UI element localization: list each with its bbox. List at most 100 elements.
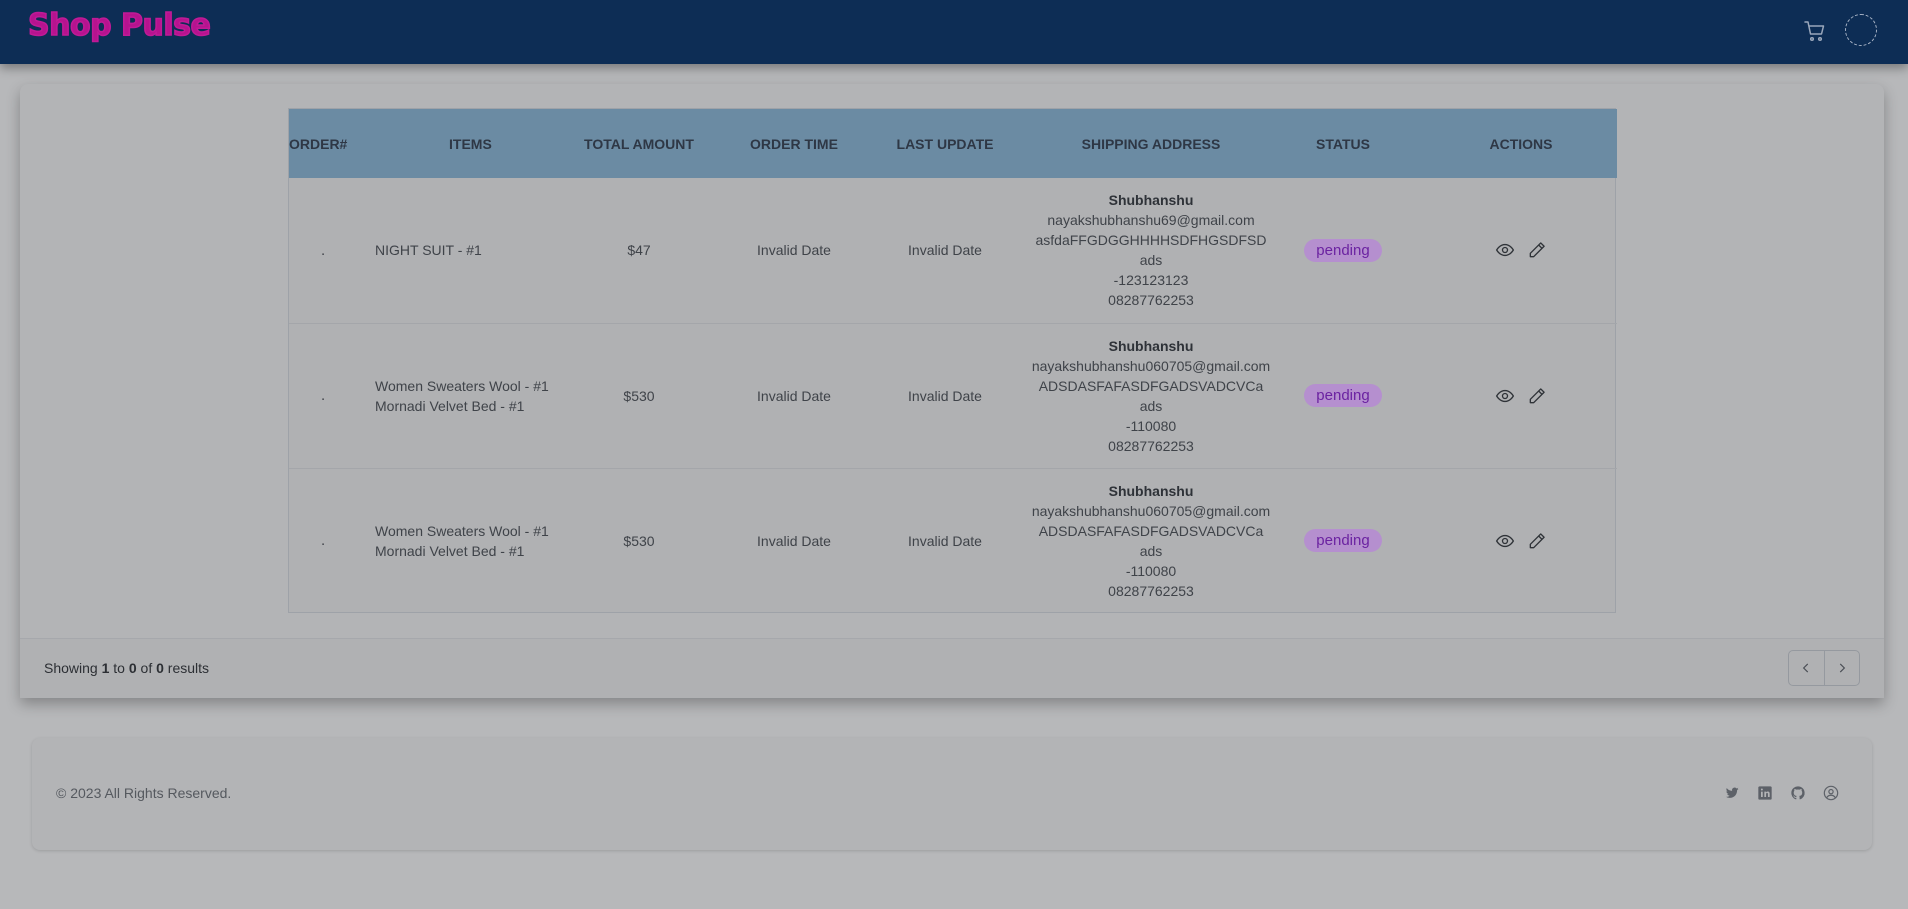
address-phone: 08287762253: [1108, 292, 1194, 309]
column-header-last-update[interactable]: LAST UPDATE: [869, 109, 1021, 178]
order-time: Invalid Date: [719, 323, 869, 469]
pencil-icon: [1529, 242, 1545, 258]
github-icon: [1790, 785, 1805, 799]
shipping-address: Shubhanshu nayakshubhanshu060705@gmail.c…: [1021, 468, 1281, 613]
order-item: Women Sweaters Wool - #1: [375, 522, 549, 539]
table-row: . NIGHT SUIT - #1 $47 Invalid Date Inval…: [289, 178, 1617, 324]
view-order-button[interactable]: [1494, 530, 1516, 552]
top-navbar: Shop Pulse: [0, 0, 1908, 64]
status-cell: pending: [1281, 468, 1405, 613]
status-cell: pending: [1281, 178, 1405, 324]
results-to-word: to: [109, 660, 129, 676]
address-name: Shubhanshu: [1108, 337, 1194, 354]
address-street: ADSDASFAFASDFGADSVADCVCa: [1038, 522, 1264, 539]
order-number: .: [289, 178, 355, 324]
orders-table: ORDER# ITEMS TOTAL AMOUNT ORDER TIME LAS…: [289, 109, 1617, 613]
order-item: NIGHT SUIT - #1: [375, 242, 482, 259]
results-summary: Showing 1 to 0 of 0 results: [44, 660, 209, 676]
linkedin-icon: [1757, 785, 1772, 800]
twitter-icon: [1725, 787, 1739, 798]
pencil-icon: [1529, 387, 1545, 403]
eye-icon: [1495, 244, 1515, 257]
address-pin: -110080: [1125, 562, 1177, 579]
orders-card: ORDER# ITEMS TOTAL AMOUNT ORDER TIME LAS…: [20, 84, 1884, 698]
address-email: nayakshubhanshu69@gmail.com: [1047, 212, 1255, 229]
account-icon: [1823, 785, 1838, 800]
column-header-order-time[interactable]: ORDER TIME: [719, 109, 869, 178]
results-of-word: of: [136, 660, 157, 676]
github-link[interactable]: [1789, 784, 1806, 801]
address-name: Shubhanshu: [1108, 192, 1194, 209]
address-city: ads: [1139, 252, 1163, 269]
table-row: . Women Sweaters Wool - #1 Mornadi Velve…: [289, 323, 1617, 469]
column-header-shipping-address[interactable]: SHIPPING ADDRESS: [1021, 109, 1281, 178]
page-footer: © 2023 All Rights Reserved.: [32, 738, 1872, 850]
column-header-actions: ACTIONS: [1489, 135, 1553, 152]
next-page-button[interactable]: [1823, 651, 1860, 685]
eye-icon: [1495, 389, 1515, 402]
cart-button[interactable]: [1802, 18, 1828, 44]
address-street: asfdaFFGDGGHHHHSDFHGSDFSD: [1035, 232, 1267, 249]
address-city: ads: [1139, 542, 1163, 559]
shipping-address: Shubhanshu nayakshubhanshu69@gmail.com a…: [1021, 178, 1281, 324]
table-row: . Women Sweaters Wool - #1 Mornadi Velve…: [289, 468, 1617, 613]
address-city: ads: [1139, 397, 1163, 414]
edit-order-button[interactable]: [1526, 239, 1548, 261]
edit-order-button[interactable]: [1526, 385, 1548, 407]
order-item: Mornadi Velvet Bed - #1: [375, 397, 525, 414]
results-suffix: results: [163, 660, 210, 676]
address-pin: -110080: [1125, 417, 1177, 434]
pager: [1788, 650, 1860, 686]
actions-cell: [1405, 468, 1617, 613]
column-header-status[interactable]: STATUS: [1281, 109, 1405, 178]
order-time: Invalid Date: [719, 178, 869, 324]
cart-icon: [1804, 21, 1825, 42]
social-links: [1723, 784, 1839, 801]
column-header-total-amount[interactable]: TOTAL AMOUNT: [559, 109, 719, 178]
order-item: Mornadi Velvet Bed - #1: [375, 542, 525, 559]
chevron-left-icon: [1803, 663, 1809, 673]
shipping-address: Shubhanshu nayakshubhanshu060705@gmail.c…: [1021, 323, 1281, 469]
order-item: Women Sweaters Wool - #1: [375, 377, 549, 394]
address-pin: -123123123: [1113, 272, 1189, 289]
order-items: NIGHT SUIT - #1: [355, 178, 559, 324]
view-order-button[interactable]: [1494, 239, 1516, 261]
view-order-button[interactable]: [1494, 385, 1516, 407]
address-phone: 08287762253: [1108, 437, 1194, 454]
order-items: Women Sweaters Wool - #1 Mornadi Velvet …: [355, 468, 559, 613]
results-prefix: Showing: [44, 660, 102, 676]
logo[interactable]: Shop Pulse: [27, 7, 211, 44]
total-amount: $530: [559, 323, 719, 469]
address-email: nayakshubhanshu060705@gmail.com: [1031, 357, 1271, 374]
account-link[interactable]: [1822, 784, 1839, 801]
total-amount: $530: [623, 532, 655, 549]
avatar[interactable]: [1845, 14, 1877, 46]
orders-table-container: ORDER# ITEMS TOTAL AMOUNT ORDER TIME LAS…: [288, 108, 1617, 613]
copyright-text: © 2023 All Rights Reserved.: [56, 785, 232, 801]
order-number: .: [321, 532, 326, 550]
status-badge: pending: [1304, 529, 1382, 553]
previous-page-button[interactable]: [1789, 651, 1824, 685]
order-time: Invalid Date: [757, 532, 831, 549]
column-header-items[interactable]: ITEMS: [355, 109, 559, 178]
last-update: Invalid Date: [869, 178, 1021, 324]
last-update: Invalid Date: [869, 323, 1021, 469]
last-update: Invalid Date: [908, 532, 982, 549]
edit-order-button[interactable]: [1526, 530, 1548, 552]
total-amount: $47: [559, 178, 719, 324]
column-header-order[interactable]: ORDER#: [289, 109, 355, 178]
status-cell: pending: [1281, 323, 1405, 469]
linkedin-link[interactable]: [1756, 784, 1773, 801]
pagination-bar: Showing 1 to 0 of 0 results: [20, 638, 1884, 698]
address-street: ADSDASFAFASDFGADSVADCVCa: [1038, 377, 1264, 394]
order-number: .: [289, 323, 355, 469]
address-phone: 08287762253: [1108, 582, 1194, 599]
results-to: 0: [128, 660, 137, 676]
table-header-row: ORDER# ITEMS TOTAL AMOUNT ORDER TIME LAS…: [289, 109, 1617, 178]
twitter-link[interactable]: [1723, 784, 1740, 801]
status-badge: pending: [1304, 384, 1382, 407]
address-name: Shubhanshu: [1108, 482, 1194, 499]
address-email: nayakshubhanshu060705@gmail.com: [1031, 502, 1271, 519]
order-items: Women Sweaters Wool - #1 Mornadi Velvet …: [355, 323, 559, 469]
actions-cell: [1405, 323, 1617, 469]
